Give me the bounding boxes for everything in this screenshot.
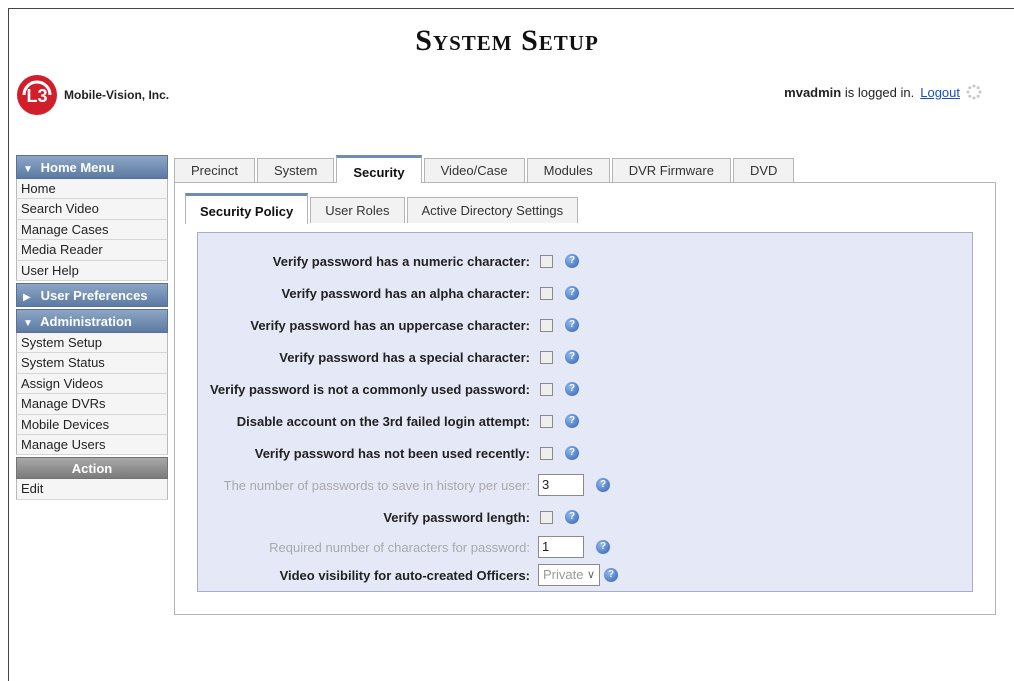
main-tabs: Precinct System Security Video/Case Modu…: [174, 155, 796, 183]
tab-video-case[interactable]: Video/Case: [423, 158, 525, 182]
sidebar-item-system-setup[interactable]: System Setup: [16, 332, 168, 354]
form-row-visibility: Video visibility for auto-created Office…: [198, 563, 974, 587]
collapsed-arrow-icon: ▶: [23, 291, 31, 303]
form-row-uppercase: Verify password has an uppercase charact…: [198, 313, 974, 337]
form-row-common: Verify password is not a commonly used p…: [198, 377, 974, 401]
help-icon[interactable]: ?: [565, 286, 579, 300]
administration-header[interactable]: ▼ Administration: [16, 308, 168, 333]
numeric-label: Verify password has a numeric character:: [272, 253, 530, 269]
security-panel: Security Policy User Roles Active Direct…: [174, 182, 996, 615]
home-menu-label: Home Menu: [40, 160, 115, 175]
subtab-security-policy[interactable]: Security Policy: [185, 193, 309, 224]
help-icon[interactable]: ?: [565, 382, 579, 396]
user-preferences-header[interactable]: ▶ User Preferences: [16, 282, 168, 307]
tab-system[interactable]: System: [256, 158, 335, 182]
visibility-value: Private: [543, 567, 584, 582]
user-preferences-label: User Preferences: [40, 287, 148, 303]
form-row-length-check: Verify password length: ?: [198, 505, 974, 529]
sidebar-item-manage-cases[interactable]: Manage Cases: [16, 219, 168, 241]
uppercase-checkbox[interactable]: [540, 318, 553, 332]
sidebar-item-home[interactable]: Home: [16, 179, 168, 200]
logo-text: L3: [26, 86, 47, 106]
length-input[interactable]: 1: [538, 536, 584, 558]
security-policy-form: Verify password has a numeric character:…: [197, 232, 973, 592]
home-menu-header[interactable]: ▼ Home Menu: [16, 155, 168, 179]
sidebar: ▼ Home Menu Home Search Video Manage Cas…: [16, 155, 168, 500]
common-label: Verify password is not a commonly used p…: [209, 381, 530, 397]
username: mvadmin: [784, 84, 842, 100]
sidebar-item-mobile-devices[interactable]: Mobile Devices: [16, 414, 168, 435]
tab-security[interactable]: Security: [336, 155, 422, 183]
sidebar-item-user-help[interactable]: User Help: [16, 260, 168, 281]
sidebar-item-system-status[interactable]: System Status: [16, 353, 168, 374]
history-label: The number of passwords to save in histo…: [223, 477, 530, 493]
special-label: Verify password has a special character:: [279, 349, 530, 365]
loading-spinner-icon: [966, 84, 982, 100]
tab-modules[interactable]: Modules: [526, 158, 610, 182]
length-label: Required number of characters for passwo…: [269, 539, 530, 555]
help-icon[interactable]: ?: [565, 350, 579, 364]
tab-dvr-firmware[interactable]: DVR Firmware: [611, 158, 731, 182]
logged-in-text: is logged in.: [841, 84, 915, 100]
subtab-active-directory-settings[interactable]: Active Directory Settings: [406, 197, 579, 223]
page-title: System Setup: [415, 24, 599, 57]
help-icon[interactable]: ?: [565, 414, 579, 428]
tab-precinct[interactable]: Precinct: [174, 158, 255, 182]
length-check-label: Verify password length:: [383, 509, 530, 525]
tab-dvd[interactable]: DVD: [732, 158, 795, 182]
company-logo: L3 Mobile-Vision, Inc.: [16, 74, 169, 116]
form-row-history: The number of passwords to save in histo…: [198, 473, 974, 497]
form-row-alpha: Verify password has an alpha character: …: [198, 281, 974, 305]
sidebar-item-manage-users[interactable]: Manage Users: [16, 434, 168, 456]
l3-logo-icon: L3: [17, 75, 57, 115]
uppercase-label: Verify password has an uppercase charact…: [250, 317, 530, 333]
subtab-user-roles[interactable]: User Roles: [310, 197, 405, 223]
recent-label: Verify password has not been used recent…: [254, 445, 530, 461]
common-checkbox[interactable]: [540, 382, 553, 396]
form-row-length: Required number of characters for passwo…: [198, 535, 974, 559]
help-icon[interactable]: ?: [596, 478, 610, 492]
sidebar-item-edit[interactable]: Edit: [16, 479, 168, 500]
logout-link[interactable]: Logout: [920, 85, 960, 100]
form-row-recent: Verify password has not been used recent…: [198, 441, 974, 465]
sub-tabs: Security Policy User Roles Active Direct…: [185, 193, 580, 224]
action-header: Action: [16, 457, 168, 480]
length-checkbox[interactable]: [540, 510, 553, 524]
help-icon[interactable]: ?: [565, 254, 579, 268]
login-status: mvadmin is logged in. Logout: [784, 84, 982, 100]
numeric-checkbox[interactable]: [540, 254, 553, 268]
alpha-label: Verify password has an alpha character:: [281, 285, 530, 301]
history-count-input[interactable]: 3: [538, 474, 584, 496]
help-icon[interactable]: ?: [596, 540, 610, 554]
form-row-special: Verify password has a special character:…: [198, 345, 974, 369]
visibility-select[interactable]: Private ∨: [538, 564, 600, 586]
company-name: Mobile-Vision, Inc.: [64, 88, 170, 102]
administration-label: Administration: [40, 313, 132, 329]
help-icon[interactable]: ?: [565, 446, 579, 460]
sidebar-item-search-video[interactable]: Search Video: [16, 199, 168, 220]
help-icon[interactable]: ?: [565, 510, 579, 524]
disable-label: Disable account on the 3rd failed login …: [236, 413, 530, 429]
sidebar-item-assign-videos[interactable]: Assign Videos: [16, 373, 168, 395]
chevron-down-icon: ∨: [586, 569, 595, 581]
sidebar-item-media-reader[interactable]: Media Reader: [16, 240, 168, 261]
form-row-numeric: Verify password has a numeric character:…: [198, 249, 974, 273]
disable-checkbox[interactable]: [540, 414, 553, 428]
sidebar-item-manage-dvrs[interactable]: Manage DVRs: [16, 394, 168, 415]
alpha-checkbox[interactable]: [540, 286, 553, 300]
special-checkbox[interactable]: [540, 350, 553, 364]
help-icon[interactable]: ?: [604, 568, 618, 582]
recent-checkbox[interactable]: [540, 446, 553, 460]
visibility-label: Video visibility for auto-created Office…: [279, 567, 530, 583]
help-icon[interactable]: ?: [565, 318, 579, 332]
form-row-disable: Disable account on the 3rd failed login …: [198, 409, 974, 433]
